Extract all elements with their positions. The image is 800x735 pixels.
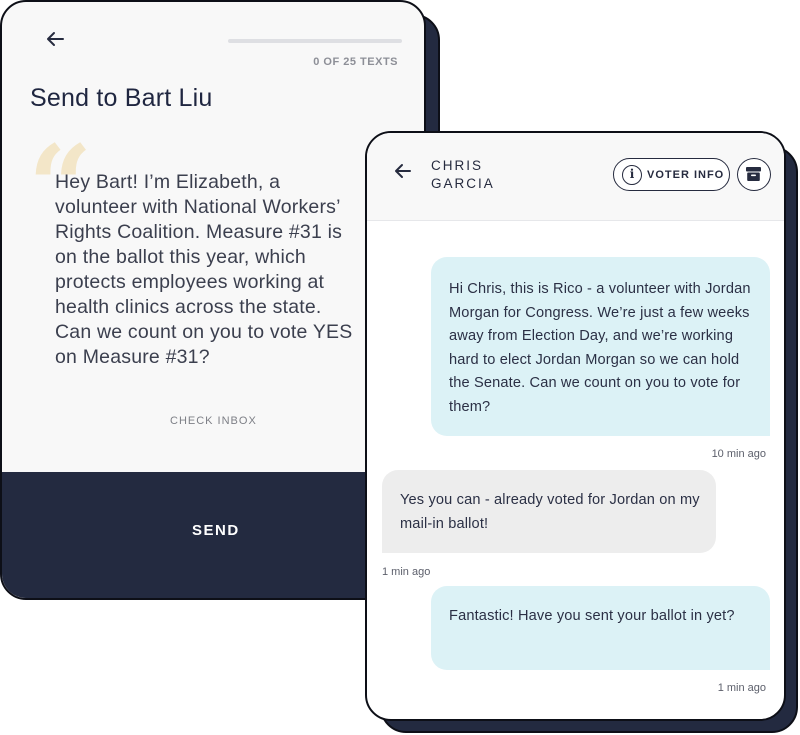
archive-button[interactable] <box>737 158 771 191</box>
incoming-message: Yes you can - already voted for Jordan o… <box>382 470 716 553</box>
check-inbox-link[interactable]: CHECK INBOX <box>170 415 257 427</box>
send-button-label[interactable]: SEND <box>192 522 240 539</box>
archive-icon <box>746 167 761 181</box>
voter-info-button[interactable]: i VOTER INFO <box>613 158 730 191</box>
message-timestamp: 1 min ago <box>717 682 766 694</box>
message-timestamp: 1 min ago <box>382 566 431 578</box>
message-timestamp: 10 min ago <box>711 448 766 460</box>
conversation-card: CHRIS GARCIA i VOTER INFO Hi Chris, this… <box>365 131 786 721</box>
send-texts-card: 0 OF 25 TEXTS Send to Bart Liu “ Hey Bar… <box>0 0 426 600</box>
texts-progress-bar <box>228 39 402 43</box>
texts-progress-label: 0 OF 25 TEXTS <box>313 56 398 68</box>
back-arrow-icon[interactable] <box>392 160 414 182</box>
info-icon: i <box>622 164 642 185</box>
conversation-header: CHRIS GARCIA i VOTER INFO <box>367 133 784 221</box>
outgoing-message: Fantastic! Have you sent your ballot in … <box>431 586 770 670</box>
script-message: Hey Bart! I’m Elizabeth, a volunteer wit… <box>55 171 353 368</box>
contact-name: CHRIS GARCIA <box>431 158 495 191</box>
back-arrow-icon[interactable] <box>42 26 68 52</box>
page-title: Send to Bart Liu <box>30 84 213 112</box>
outgoing-message: Hi Chris, this is Rico - a volunteer wit… <box>431 257 770 436</box>
voter-info-label: VOTER INFO <box>647 168 725 181</box>
